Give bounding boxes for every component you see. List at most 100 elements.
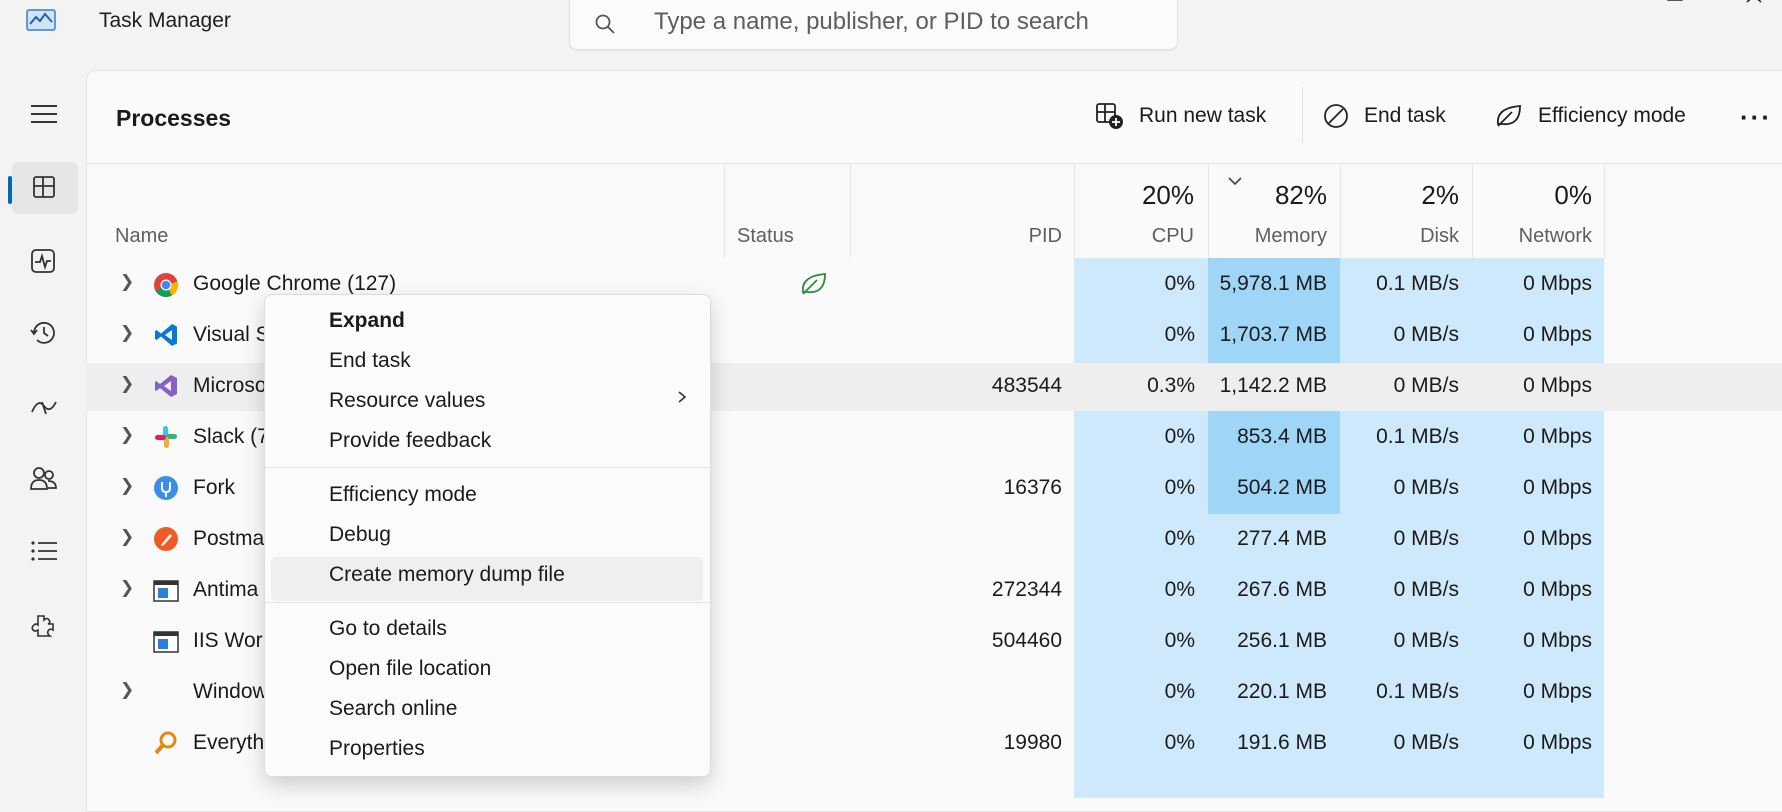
chevron-right-icon[interactable]: ❯ [120, 680, 134, 700]
menu-item-efficiency-mode[interactable]: Efficiency mode [329, 483, 477, 507]
column-header-name[interactable]: Name [115, 225, 168, 248]
chevron-right-icon [678, 391, 687, 403]
cpu-usage-total[interactable]: 20% [1080, 180, 1194, 211]
process-network: 0 Mbps [1523, 272, 1592, 295]
process-name: Slack (7 [193, 425, 269, 448]
end-task-icon [1324, 104, 1348, 128]
process-pid: 19980 [1003, 731, 1062, 754]
page-title: Processes [116, 105, 232, 131]
menu-item-end-task[interactable]: End task [329, 349, 411, 373]
process-cpu: 0.3% [1147, 374, 1195, 397]
process-name: IIS Wor [193, 629, 263, 652]
process-disk: 0.1 MB/s [1376, 680, 1459, 703]
column-header-network[interactable]: Network [1478, 225, 1592, 248]
process-pid: 483544 [991, 374, 1062, 397]
end-task-button[interactable]: End task [1322, 101, 1446, 131]
column-header-memory[interactable]: Memory [1214, 225, 1327, 248]
process-memory: 277.4 MB [1237, 527, 1327, 550]
process-memory: 853.4 MB [1237, 425, 1327, 448]
more-options-button[interactable]: ··· [1740, 102, 1772, 133]
process-name: Visual S [193, 323, 270, 346]
window-title: Task Manager [99, 9, 231, 32]
column-separator [1604, 163, 1605, 258]
column-separator [724, 163, 725, 258]
hamburger-menu-button[interactable] [12, 88, 78, 140]
nav-details[interactable] [12, 525, 78, 577]
chevron-right-icon[interactable]: ❯ [120, 578, 134, 598]
chevron-right-icon[interactable]: ❯ [120, 374, 134, 394]
process-memory: 267.6 MB [1237, 578, 1327, 601]
menu-item-create-memory-dump[interactable]: Create memory dump file [329, 563, 565, 587]
process-network: 0 Mbps [1523, 374, 1592, 397]
nav-startup-apps[interactable] [12, 380, 78, 432]
chevron-right-icon[interactable]: ❯ [120, 425, 134, 445]
chevron-right-icon[interactable]: ❯ [120, 323, 134, 343]
context-menu: Expand End task Resource values Provide … [264, 294, 711, 777]
process-cpu: 0% [1164, 527, 1195, 550]
memory-usage-total[interactable]: 82% [1214, 180, 1327, 211]
disk-usage-total[interactable]: 2% [1346, 180, 1459, 211]
process-network: 0 Mbps [1523, 476, 1592, 499]
table-top-border [86, 163, 1782, 164]
search-box[interactable] [569, 0, 1178, 50]
process-disk: 0 MB/s [1393, 578, 1459, 601]
run-new-task-button[interactable]: Run new task [1095, 101, 1266, 131]
process-cpu: 0% [1164, 731, 1195, 754]
process-disk: 0 MB/s [1393, 476, 1459, 499]
menu-item-open-file-location[interactable]: Open file location [329, 657, 491, 681]
nav-app-history[interactable] [12, 308, 78, 360]
maximize-icon[interactable] [1655, 0, 1695, 12]
menu-item-properties[interactable]: Properties [329, 737, 425, 761]
nav-services[interactable] [12, 600, 78, 652]
menu-item-debug[interactable]: Debug [329, 523, 391, 547]
menu-item-go-to-details[interactable]: Go to details [329, 617, 447, 641]
process-name: Antima [193, 578, 259, 601]
column-header-status[interactable]: Status [737, 225, 794, 248]
process-name: Microso [193, 374, 267, 397]
nav-processes[interactable] [12, 162, 78, 214]
slack-icon [155, 426, 177, 448]
nav-users[interactable] [12, 452, 78, 504]
process-cpu: 0% [1164, 323, 1195, 346]
process-name: Window [193, 680, 268, 703]
chevron-right-icon[interactable]: ❯ [120, 476, 134, 496]
column-header-pid[interactable]: PID [960, 225, 1062, 248]
column-header-cpu[interactable]: CPU [1080, 225, 1194, 248]
search-input[interactable] [652, 5, 1156, 39]
process-cpu: 0% [1164, 629, 1195, 652]
process-memory: 1,142.2 MB [1219, 374, 1327, 397]
process-cpu: 0% [1164, 578, 1195, 601]
column-header-disk[interactable]: Disk [1346, 225, 1459, 248]
menu-item-resource-values[interactable]: Resource values [329, 389, 485, 413]
chevron-right-icon[interactable]: ❯ [120, 527, 134, 547]
service-window-icon [153, 580, 179, 602]
process-network: 0 Mbps [1523, 323, 1592, 346]
processes-icon [33, 176, 55, 198]
menu-item-provide-feedback[interactable]: Provide feedback [329, 429, 491, 453]
close-icon[interactable] [1735, 0, 1775, 12]
visual-studio-icon [155, 375, 177, 397]
efficiency-mode-button[interactable]: Efficiency mode [1494, 101, 1686, 131]
network-usage-total[interactable]: 0% [1478, 180, 1592, 211]
process-name: Google Chrome (127) [193, 272, 397, 295]
process-memory: 256.1 MB [1237, 629, 1327, 652]
efficiency-mode-label: Efficiency mode [1538, 104, 1686, 127]
process-memory: 191.6 MB [1237, 731, 1327, 754]
column-separator [850, 163, 851, 258]
menu-item-search-online[interactable]: Search online [329, 697, 457, 721]
process-network: 0 Mbps [1523, 578, 1592, 601]
process-pid: 272344 [991, 578, 1062, 601]
performance-icon [31, 249, 55, 273]
run-new-task-label: Run new task [1139, 104, 1267, 127]
process-memory: 220.1 MB [1237, 680, 1327, 703]
menu-item-expand[interactable]: Expand [329, 309, 405, 333]
postman-icon [154, 527, 178, 551]
process-disk: 0.1 MB/s [1376, 272, 1459, 295]
fork-icon [154, 476, 178, 500]
process-disk: 0.1 MB/s [1376, 425, 1459, 448]
nav-performance[interactable] [12, 236, 78, 288]
process-pid: 16376 [1003, 476, 1062, 499]
minimize-icon[interactable] [1575, 0, 1615, 12]
chevron-right-icon[interactable]: ❯ [120, 272, 134, 292]
column-separator [1472, 163, 1473, 258]
